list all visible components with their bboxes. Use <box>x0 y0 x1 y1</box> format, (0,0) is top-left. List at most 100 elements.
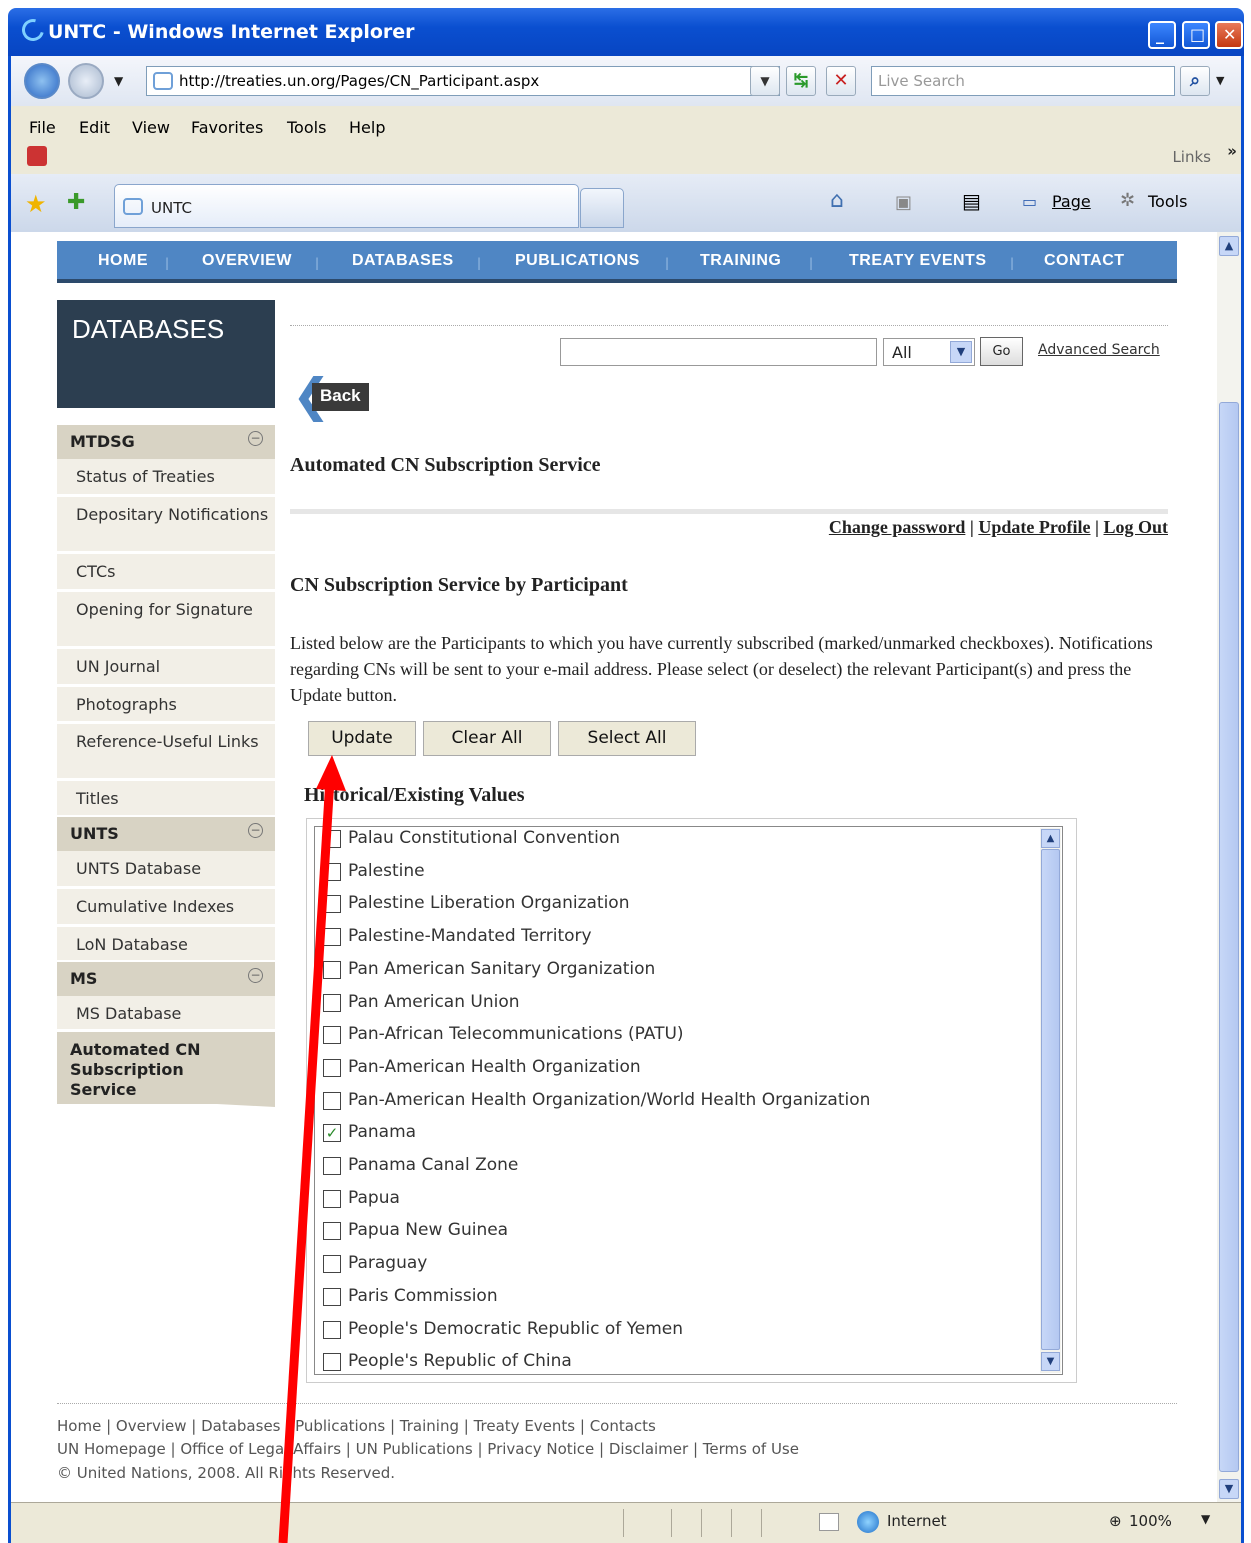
maximize-button[interactable]: □ <box>1182 21 1210 49</box>
sidebar-item-status-of-treaties[interactable]: Status of Treaties <box>57 459 275 497</box>
back-nav-icon[interactable] <box>24 63 60 99</box>
nav-separator: | <box>665 256 670 270</box>
change-password-link[interactable]: Change password <box>829 517 966 537</box>
participant-name: Pan-African Telecommunications (PATU) <box>348 1024 684 1045</box>
menu-favorites[interactable]: Favorites <box>191 118 263 137</box>
forward-nav-icon[interactable] <box>68 63 104 99</box>
menu-help[interactable]: Help <box>349 118 385 137</box>
list-scroll-thumb[interactable] <box>1041 849 1060 1350</box>
advanced-search-link[interactable]: Advanced Search <box>1038 342 1160 358</box>
print-icon[interactable]: ▤ <box>962 189 981 213</box>
clear-all-button[interactable]: Clear All <box>423 721 551 756</box>
nav-treaty-events[interactable]: TREATY EVENTS <box>849 252 986 270</box>
footer-links[interactable]: UN Homepage | Office of Legal Affairs | … <box>57 1440 799 1458</box>
sidebar-item-ms-database[interactable]: MS Database <box>57 996 275 1032</box>
menu-tools[interactable]: Tools <box>287 118 326 137</box>
window-title: UNTC - Windows Internet Explorer <box>48 21 415 43</box>
add-favorite-icon[interactable]: ✚ <box>67 190 85 215</box>
sidebar-item-opening-for-signature[interactable]: Opening for Signature <box>57 592 275 649</box>
select-all-button[interactable]: Select All <box>558 721 696 756</box>
tab-untc[interactable]: UNTC <box>114 184 579 228</box>
nav-publications[interactable]: PUBLICATIONS <box>515 252 640 270</box>
feeds-icon[interactable]: ▣ <box>895 192 912 213</box>
back-button[interactable]: ❮ Back <box>292 372 378 418</box>
search-scope-value: All <box>892 343 912 362</box>
section-title: MS <box>70 969 98 988</box>
zone-label: Internet <box>887 1512 947 1530</box>
address-bar[interactable]: http://treaties.un.org/Pages/CN_Particip… <box>146 66 780 96</box>
sidebar-item-cumulative-indexes[interactable]: Cumulative Indexes <box>57 889 275 927</box>
participant-name: Palestine Liberation Organization <box>348 893 630 914</box>
acrobat-icon[interactable] <box>27 146 47 166</box>
sidebar-item-reference-useful-links[interactable]: Reference-Useful Links <box>57 724 275 781</box>
sidebar-section-mtdsg[interactable]: MTDSG − <box>57 425 275 459</box>
sidebar-item-ctcs[interactable]: CTCs <box>57 554 275 592</box>
refresh-icon[interactable]: ↹ <box>786 66 816 96</box>
log-out-link[interactable]: Log Out <box>1103 517 1168 537</box>
sidebar-item-photographs[interactable]: Photographs <box>57 687 275 724</box>
nav-separator: | <box>1010 256 1015 270</box>
tab-favicon-icon <box>123 198 143 215</box>
nav-contact[interactable]: CONTACT <box>1044 252 1125 270</box>
minimize-button[interactable]: _ <box>1148 21 1176 49</box>
history-dropdown-icon[interactable]: ▼ <box>114 74 123 88</box>
scroll-thumb[interactable] <box>1219 402 1239 1472</box>
nav-training[interactable]: TRAINING <box>700 252 781 270</box>
participant-name: Pan American Sanitary Organization <box>348 958 656 979</box>
sidebar-item-un-journal[interactable]: UN Journal <box>57 649 275 687</box>
address-dropdown-icon[interactable]: ▼ <box>750 66 780 96</box>
sidebar-section-unts[interactable]: UNTS − <box>57 817 275 851</box>
scroll-down-icon[interactable]: ▼ <box>1041 1352 1060 1371</box>
favorites-star-icon[interactable]: ★ <box>25 190 47 218</box>
page-title: Automated CN Subscription Service <box>290 454 601 476</box>
tools-menu[interactable]: Tools <box>1148 192 1187 211</box>
site-search-input[interactable] <box>560 338 877 366</box>
update-button[interactable]: Update <box>308 721 416 756</box>
go-button[interactable]: Go <box>980 337 1023 366</box>
participant-name: Palestine-Mandated Territory <box>348 926 592 947</box>
red-arrow-annotation <box>278 755 346 1543</box>
collapse-icon[interactable]: − <box>248 823 263 838</box>
home-icon[interactable]: ⌂ <box>830 188 844 213</box>
list-scrollbar[interactable]: ▲ ▼ <box>1040 828 1061 1373</box>
search-options-icon[interactable]: ▼ <box>1216 74 1224 87</box>
nav-overview[interactable]: OVERVIEW <box>202 252 292 270</box>
nav-home[interactable]: HOME <box>98 252 148 270</box>
page-scrollbar[interactable]: ▲ ▼ <box>1217 232 1241 1502</box>
sidebar-item-automated-cn[interactable]: Automated CN Subscription Service <box>57 1032 275 1107</box>
menu-edit[interactable]: Edit <box>79 118 110 137</box>
sidebar-section-ms[interactable]: MS − <box>57 962 275 996</box>
collapse-icon[interactable]: − <box>248 968 263 983</box>
update-profile-link[interactable]: Update Profile <box>978 517 1090 537</box>
participant-name: People's Republic of China <box>348 1351 572 1372</box>
stop-icon[interactable]: ✕ <box>826 66 856 96</box>
close-button[interactable]: ✕ <box>1215 21 1243 49</box>
back-label: Back <box>312 383 369 411</box>
chevron-right-icon[interactable]: » <box>1227 142 1237 160</box>
search-scope-select[interactable]: All ▼ <box>883 338 975 366</box>
new-tab-button[interactable] <box>580 188 624 228</box>
participant-name: Papua <box>348 1187 400 1208</box>
collapse-icon[interactable]: − <box>248 431 263 446</box>
chevron-down-icon[interactable]: ▼ <box>950 341 972 363</box>
footer-nav[interactable]: Home | Overview | Databases | Publicatio… <box>57 1417 656 1435</box>
sidebar-item-titles[interactable]: Titles <box>57 781 275 818</box>
sidebar-item-lon-database[interactable]: LoN Database <box>57 927 275 963</box>
scroll-up-icon[interactable]: ▲ <box>1041 829 1060 848</box>
status-divider <box>761 1509 762 1537</box>
sidebar-item-unts-database[interactable]: UNTS Database <box>57 851 275 889</box>
scroll-down-icon[interactable]: ▼ <box>1219 1479 1239 1499</box>
menu-file[interactable]: File <box>29 118 56 137</box>
security-icon[interactable] <box>819 1513 839 1531</box>
links-label[interactable]: Links <box>1172 148 1211 166</box>
scroll-up-icon[interactable]: ▲ <box>1219 236 1239 256</box>
sidebar-item-depositary-notifications[interactable]: Depositary Notifications <box>57 497 275 554</box>
zoom-dropdown-icon[interactable]: ▼ <box>1201 1512 1210 1526</box>
search-icon[interactable]: ⌕ <box>1180 66 1210 96</box>
menu-view[interactable]: View <box>132 118 170 137</box>
page-menu[interactable]: Page <box>1052 192 1091 211</box>
participant-list[interactable]: Palau Constitutional Convention Palestine… <box>314 826 1063 1375</box>
nav-databases[interactable]: DATABASES <box>352 252 454 270</box>
live-search-input[interactable]: Live Search <box>871 66 1175 96</box>
zoom-level[interactable]: 100% <box>1129 1512 1172 1530</box>
